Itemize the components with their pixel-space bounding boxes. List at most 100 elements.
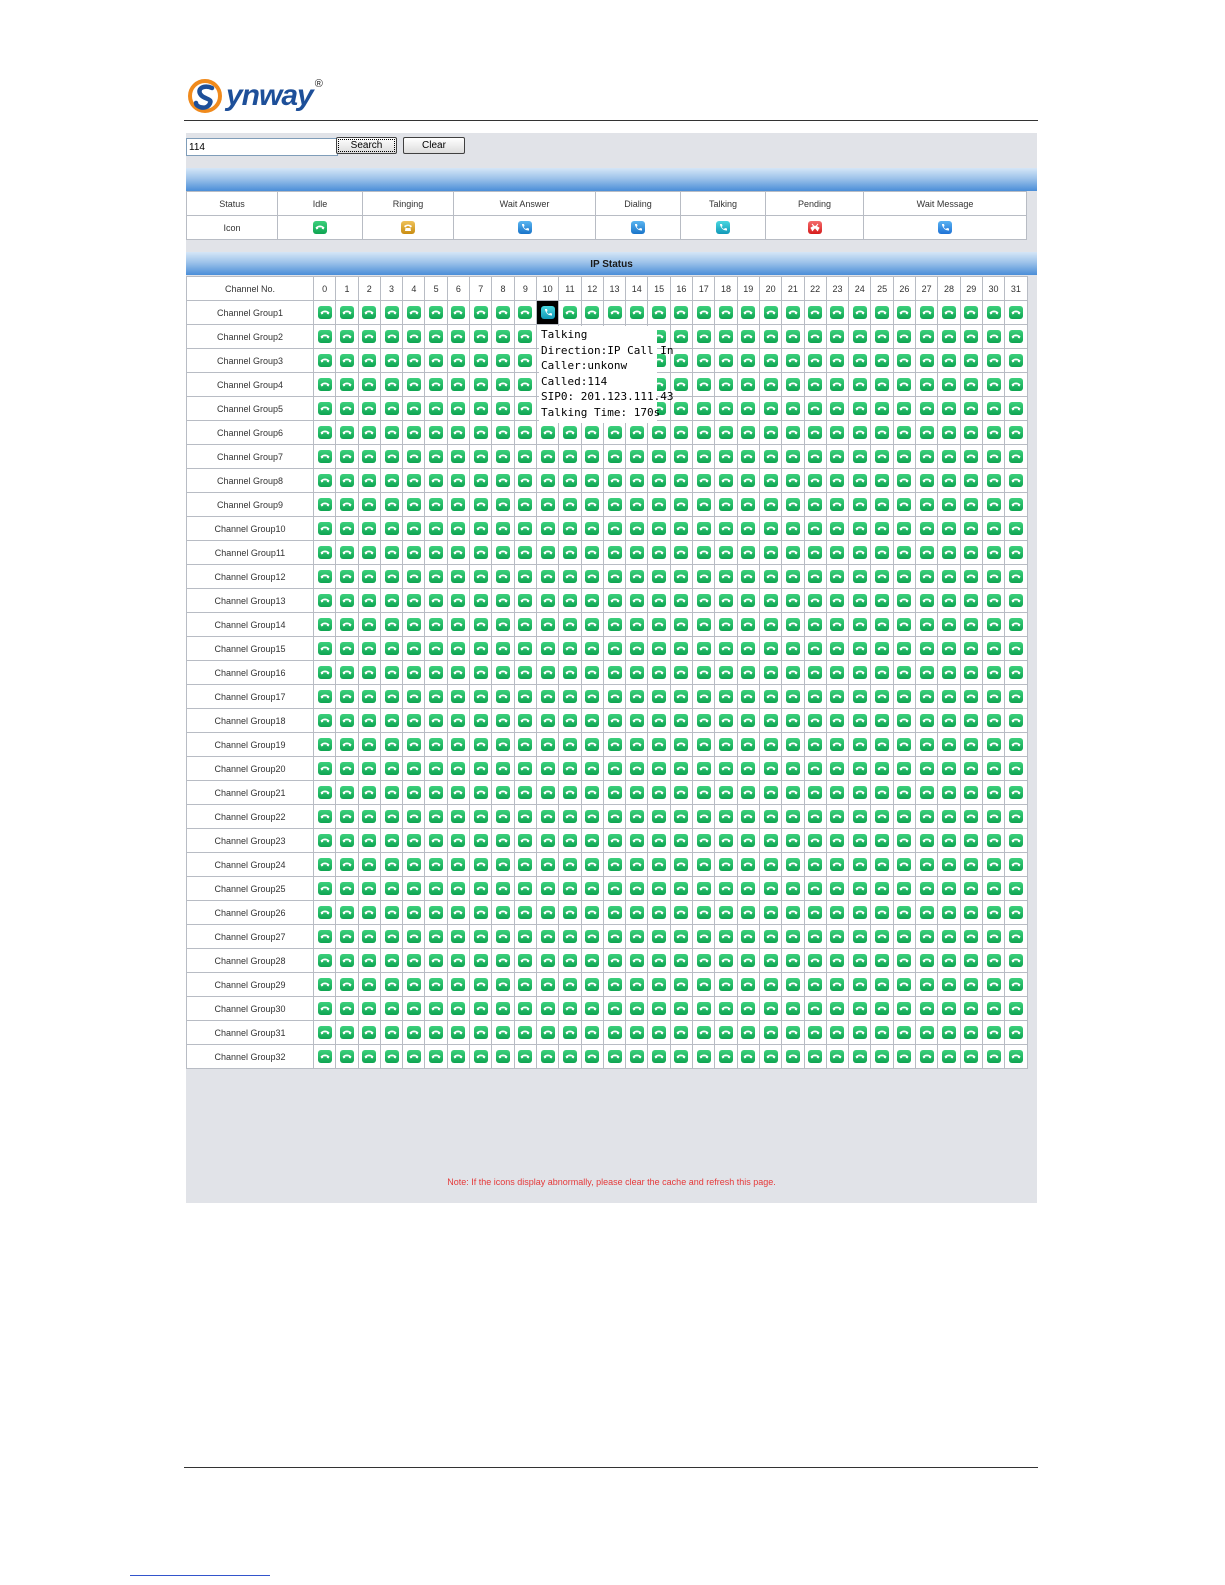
channel-cell[interactable] [312, 540, 337, 565]
idle-phone-icon[interactable] [473, 786, 488, 799]
channel-cell[interactable] [312, 852, 337, 877]
idle-phone-icon[interactable] [986, 762, 1001, 775]
idle-phone-icon[interactable] [785, 858, 800, 871]
idle-phone-icon[interactable] [986, 570, 1001, 583]
idle-phone-icon[interactable] [451, 978, 466, 991]
idle-phone-icon[interactable] [785, 906, 800, 919]
idle-phone-icon[interactable] [585, 450, 600, 463]
idle-phone-icon[interactable] [473, 546, 488, 559]
idle-phone-icon[interactable] [384, 786, 399, 799]
idle-phone-icon[interactable] [718, 594, 733, 607]
idle-phone-icon[interactable] [496, 762, 511, 775]
channel-cell[interactable] [469, 972, 493, 997]
idle-phone-icon[interactable] [540, 690, 555, 703]
channel-cell[interactable] [803, 996, 827, 1021]
channel-cell[interactable] [736, 588, 760, 613]
idle-phone-icon[interactable] [317, 858, 332, 871]
idle-phone-icon[interactable] [652, 834, 667, 847]
idle-phone-icon[interactable] [674, 522, 689, 535]
idle-phone-icon[interactable] [652, 426, 667, 439]
idle-phone-icon[interactable] [741, 354, 756, 367]
channel-cell[interactable] [446, 876, 471, 901]
channel-cell[interactable] [535, 972, 560, 997]
channel-cell[interactable] [959, 636, 983, 661]
channel-cell[interactable] [513, 804, 537, 829]
channel-cell[interactable] [981, 924, 1006, 949]
channel-cell[interactable] [335, 468, 359, 493]
channel-cell[interactable] [602, 852, 627, 877]
channel-cell[interactable] [357, 972, 381, 997]
idle-phone-icon[interactable] [652, 714, 667, 727]
idle-phone-icon[interactable] [808, 618, 823, 631]
idle-phone-icon[interactable] [941, 930, 956, 943]
clear-button[interactable]: Clear [403, 137, 465, 154]
channel-cell[interactable] [848, 660, 872, 685]
idle-phone-icon[interactable] [562, 978, 577, 991]
channel-cell[interactable] [379, 828, 404, 853]
idle-phone-icon[interactable] [941, 906, 956, 919]
channel-cell[interactable] [959, 924, 983, 949]
idle-phone-icon[interactable] [718, 714, 733, 727]
channel-cell[interactable] [825, 972, 850, 997]
channel-cell[interactable] [535, 1020, 560, 1045]
channel-cell[interactable] [692, 924, 716, 949]
channel-cell[interactable] [870, 900, 894, 925]
channel-cell[interactable] [803, 948, 827, 973]
channel-cell[interactable] [535, 732, 560, 757]
idle-phone-icon[interactable] [473, 570, 488, 583]
channel-cell[interactable] [1004, 516, 1028, 541]
channel-cell[interactable] [446, 948, 471, 973]
channel-cell[interactable] [424, 564, 448, 589]
channel-cell[interactable] [357, 948, 381, 973]
idle-phone-icon[interactable] [964, 546, 979, 559]
channel-cell[interactable] [647, 540, 671, 565]
channel-cell[interactable] [535, 300, 560, 325]
idle-phone-icon[interactable] [808, 474, 823, 487]
channel-cell[interactable] [402, 924, 426, 949]
channel-cell[interactable] [669, 468, 694, 493]
channel-cell[interactable] [981, 540, 1006, 565]
channel-cell[interactable] [602, 996, 627, 1021]
channel-cell[interactable] [781, 780, 805, 805]
channel-cell[interactable] [446, 636, 471, 661]
idle-phone-icon[interactable] [451, 690, 466, 703]
idle-phone-icon[interactable] [540, 642, 555, 655]
idle-phone-icon[interactable] [964, 330, 979, 343]
channel-cell[interactable] [402, 1020, 426, 1045]
idle-phone-icon[interactable] [607, 498, 622, 511]
idle-phone-icon[interactable] [607, 810, 622, 823]
channel-cell[interactable] [892, 972, 917, 997]
channel-cell[interactable] [736, 708, 760, 733]
idle-phone-icon[interactable] [384, 690, 399, 703]
idle-phone-icon[interactable] [362, 882, 377, 895]
idle-phone-icon[interactable] [941, 762, 956, 775]
channel-cell[interactable] [402, 1044, 426, 1069]
idle-phone-icon[interactable] [919, 810, 934, 823]
idle-phone-icon[interactable] [696, 642, 711, 655]
channel-cell[interactable] [469, 564, 493, 589]
channel-cell[interactable] [959, 948, 983, 973]
idle-phone-icon[interactable] [518, 738, 533, 751]
idle-phone-icon[interactable] [785, 762, 800, 775]
idle-phone-icon[interactable] [919, 714, 934, 727]
idle-phone-icon[interactable] [718, 882, 733, 895]
channel-cell[interactable] [915, 828, 939, 853]
idle-phone-icon[interactable] [741, 738, 756, 751]
channel-cell[interactable] [848, 372, 872, 397]
channel-cell[interactable] [357, 732, 381, 757]
channel-cell[interactable] [981, 1044, 1006, 1069]
idle-phone-icon[interactable] [718, 954, 733, 967]
channel-cell[interactable] [803, 468, 827, 493]
channel-cell[interactable] [625, 660, 649, 685]
idle-phone-icon[interactable] [496, 882, 511, 895]
idle-phone-icon[interactable] [741, 618, 756, 631]
idle-phone-icon[interactable] [808, 546, 823, 559]
idle-phone-icon[interactable] [763, 690, 778, 703]
channel-cell[interactable] [625, 732, 649, 757]
idle-phone-icon[interactable] [741, 450, 756, 463]
channel-cell[interactable] [379, 900, 404, 925]
idle-phone-icon[interactable] [384, 882, 399, 895]
channel-cell[interactable] [848, 540, 872, 565]
channel-cell[interactable] [357, 900, 381, 925]
channel-cell[interactable] [513, 828, 537, 853]
